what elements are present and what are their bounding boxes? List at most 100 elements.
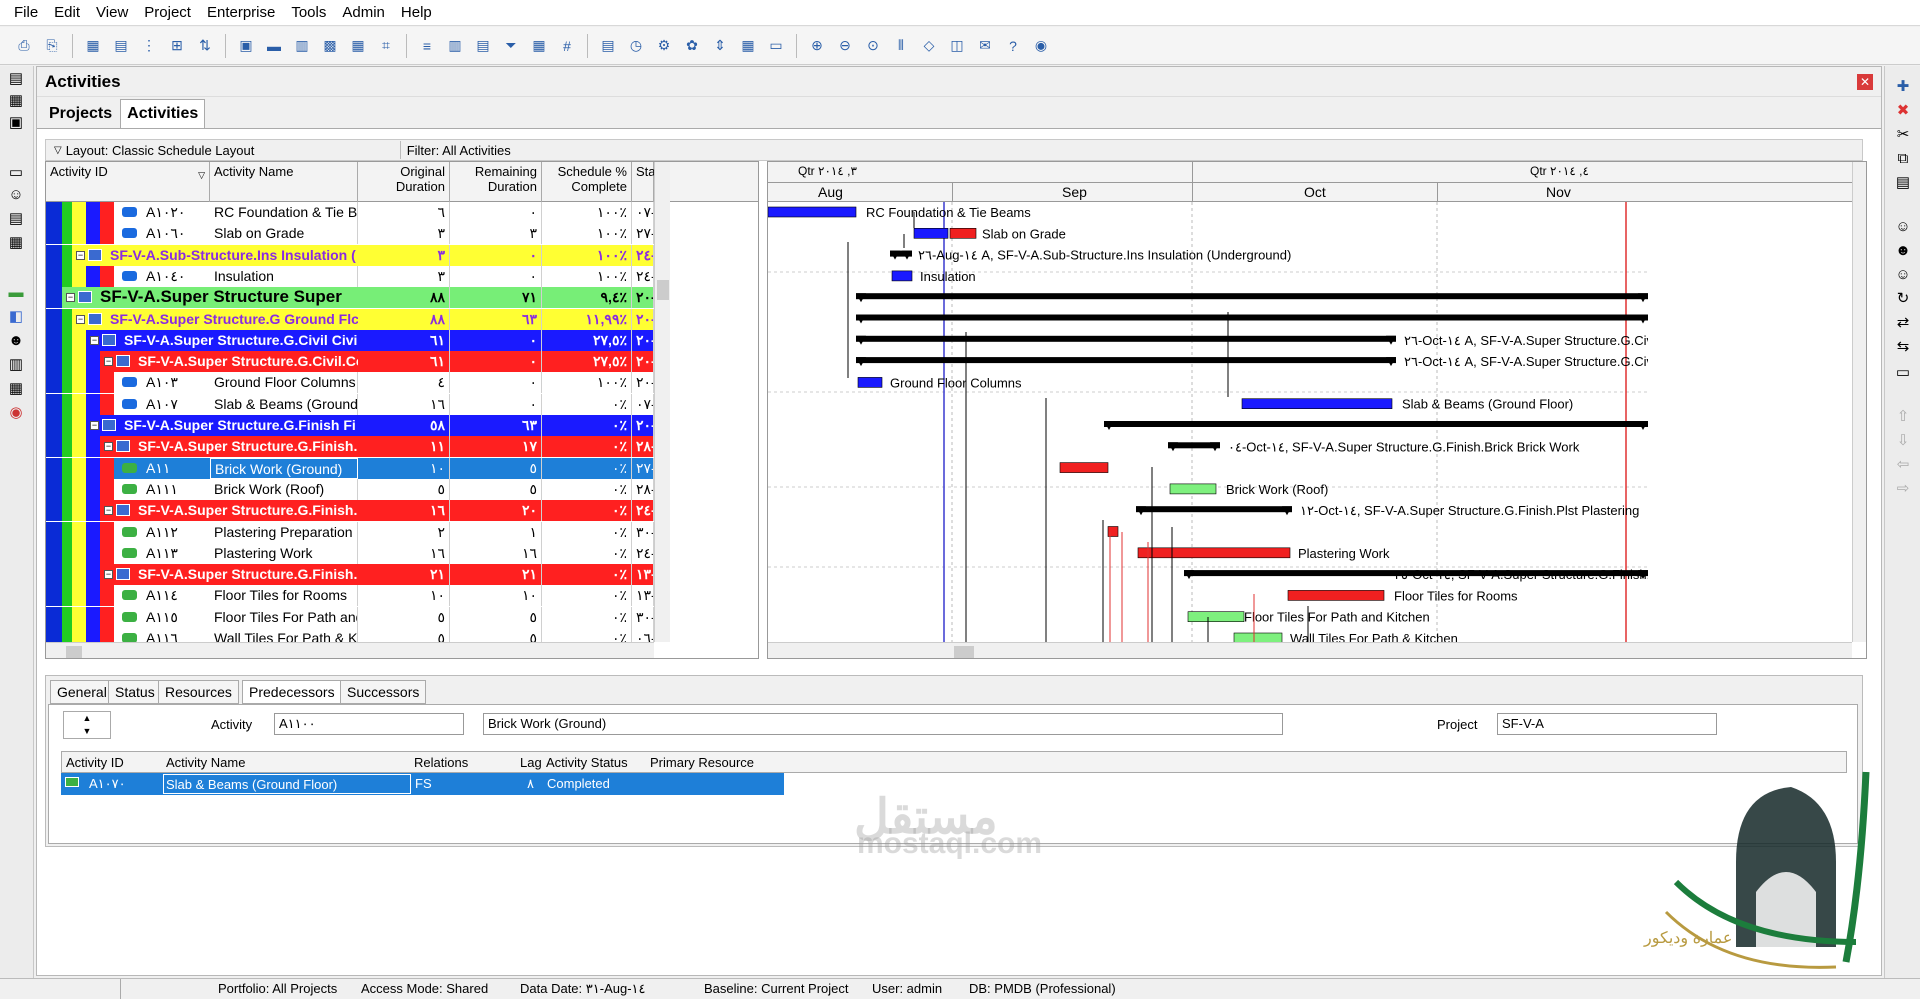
calendar-icon[interactable]: ▦ [6, 378, 26, 398]
gantt-chart[interactable]: Qtr ٣, ٢٠١٤ Qtr ٤, ٢٠١٤ Aug Sep Oct Nov … [767, 161, 1867, 659]
collapse-icon[interactable]: − [90, 335, 99, 345]
collapse-icon[interactable]: − [90, 421, 99, 430]
paste-icon[interactable]: ▤ [1893, 172, 1913, 192]
table-row[interactable]: A١١٦Wall Tiles For Path & Kitcher٥٥٠٪٠٦- [46, 628, 654, 642]
menu-tools[interactable]: Tools [291, 4, 326, 21]
table-row[interactable]: A١١٢ Plastering Preparation٢١٠٪٣٠- [46, 521, 654, 543]
project-field[interactable]: SF-V-A [1497, 713, 1717, 735]
gantt-icon[interactable]: ▬ [263, 35, 285, 57]
table-row[interactable]: A١١ Brick Work (Ground)١٠٥٠٪٢٧- [46, 457, 654, 479]
columns-toggle-icon[interactable]: ▥ [444, 35, 466, 57]
table-row[interactable]: A١٠٧ Slab & Beams (Ground Floor)١٦٠٠٪٠٧- [46, 393, 654, 415]
wbs-row[interactable]: − SF-V-A.Super Structure.G.Finish. ٢١ ٢١ ٠٪ ١… [46, 564, 654, 586]
table-row[interactable]: A١١٥Floor Tiles For Path and Kitch٥٥٠٪٣٠… [46, 606, 654, 628]
network-icon[interactable]: ⌗ [375, 35, 397, 57]
hscroll-thumb[interactable] [954, 646, 974, 658]
gantt-vscroll[interactable] [1852, 162, 1866, 642]
hscroll-thumb[interactable] [66, 646, 82, 658]
wbs-icon[interactable]: ▦ [6, 90, 26, 110]
col-start[interactable]: Sta [632, 162, 656, 202]
table-row[interactable]: A١٠٣ Ground Floor Columns٤٠١٠٠٪٢٠- [46, 372, 654, 394]
col-pred-id[interactable]: Activity ID [66, 755, 124, 770]
zoom-in-icon[interactable]: ⊕ [806, 35, 828, 57]
assign-steps-icon[interactable]: ☺ [1893, 264, 1913, 284]
assign-resource-icon[interactable]: ☺ [1893, 216, 1913, 236]
group-icon[interactable]: ⊞ [166, 35, 188, 57]
diamond-icon[interactable]: ◇ [918, 35, 940, 57]
table-row[interactable]: A١٠٦٠Slab on Grade٣٣١٠٠٪٢٧- [46, 223, 654, 245]
wbs-row[interactable]: − SF-V-A.Sub-Structure.Ins Insulation (٣ ٠… [46, 244, 654, 266]
collapse-icon[interactable]: − [76, 314, 85, 324]
close-icon[interactable]: ✕ [1857, 74, 1873, 90]
filter-tree-icon[interactable]: ⋮ [138, 35, 160, 57]
issues-icon[interactable]: ▥ [6, 354, 26, 374]
resources-icon[interactable]: ☻ [6, 330, 26, 350]
user-icon[interactable]: ☺ [6, 184, 26, 204]
wbs-row[interactable]: − SF-V-A.Super Structure.G.Finish Fi ٥٨ ٦٣ ٠… [46, 415, 654, 436]
menu-view[interactable]: View [96, 4, 128, 21]
spreadsheet-icon[interactable]: ▦ [347, 35, 369, 57]
col-lag[interactable]: Lag [520, 755, 542, 770]
view-icon[interactable]: ▭ [765, 35, 787, 57]
filter-icon[interactable]: ⏷ [500, 35, 522, 57]
wbs-row[interactable]: − SF-V-A.Super Structure Super ٨٨٧١٩,٤٪٢٠- [46, 287, 654, 309]
tab-activities[interactable]: Activities [120, 99, 206, 128]
wbs-row[interactable]: − SF-V-A.Super Structure.G Ground Flc ٨٨ ٦٣… [46, 308, 654, 330]
table-row[interactable]: A١١٣Plastering Work١٦١٦٠٪٢٤- [46, 542, 654, 564]
tracking-icon[interactable]: ▣ [6, 112, 26, 132]
move-down-icon[interactable]: ⇩ [1893, 430, 1913, 450]
web-icon[interactable]: ◉ [1030, 35, 1052, 57]
table-row[interactable]: A١١١Brick Work (Roof)٥٥٠٪٢٨- [46, 478, 654, 500]
collapse-icon[interactable]: − [104, 506, 113, 516]
columns-icon[interactable]: ▤ [110, 35, 132, 57]
activity-name-field[interactable]: Brick Work (Ground) [483, 713, 1283, 735]
folder-icon[interactable]: ▭ [6, 162, 26, 182]
wbs-row[interactable]: − SF-V-A.Super Structure.G.Civil.Cc ٦١ ٠ ٢٧,… [46, 351, 654, 373]
table-row[interactable]: A١٠٤٠ Insulation٣٠١٠٠٪٢٤- [46, 265, 654, 287]
print-preview-icon[interactable]: ⎘ [41, 35, 63, 57]
apply-actuals-icon[interactable]: ▦ [737, 35, 759, 57]
collapse-icon[interactable]: − [76, 250, 85, 260]
cut-icon[interactable]: ✂ [1893, 124, 1913, 144]
hash-icon[interactable]: # [556, 35, 578, 57]
layout-options-icon[interactable]: ▤ [597, 35, 619, 57]
col-activity-id[interactable]: Activity ID ▽ [46, 162, 210, 202]
risks-icon[interactable]: ◉ [6, 402, 26, 422]
wbs-row[interactable]: − SF-V-A.Super Structure.G.Finish. ١١ ١٧ ٠٪ ٢… [46, 436, 654, 458]
tab-status[interactable]: Status [108, 680, 162, 704]
table-hscroll[interactable] [46, 642, 654, 658]
tab-general[interactable]: General [50, 680, 114, 704]
schedule-icon[interactable]: ◷ [625, 35, 647, 57]
report-icon[interactable]: ▦ [6, 232, 26, 252]
help-icon[interactable]: ? [1002, 35, 1024, 57]
assign-pred-icon[interactable]: ⇄ [1893, 312, 1913, 332]
panes-icon[interactable]: ◫ [946, 35, 968, 57]
table-row[interactable]: A١٠٧٠ Slab & Beams (Ground Floor) FS ٨ C… [61, 773, 784, 795]
table-icon[interactable]: ▣ [235, 35, 257, 57]
collapse-icon[interactable]: − [104, 357, 113, 367]
copy-icon[interactable]: ⧉ [1893, 148, 1913, 168]
tab-projects[interactable]: Projects [43, 100, 118, 128]
wbs-row[interactable]: − SF-V-A.Super Structure.G.Finish. ١٦ ٢٠ ٠٪ ٢… [46, 500, 654, 522]
zoom-fit-icon[interactable]: ⊙ [862, 35, 884, 57]
comment-icon[interactable]: ✉ [974, 35, 996, 57]
collapse-icon[interactable]: − [104, 442, 113, 452]
table-row[interactable]: A١١٤Floor Tiles for Rooms١٠١٠٠٪١٣- [46, 585, 654, 607]
timescale-icon[interactable]: ▦ [528, 35, 550, 57]
store-period-icon[interactable]: ✿ [681, 35, 703, 57]
bar-chart-icon[interactable]: ▥ [291, 35, 313, 57]
collapse-icon[interactable]: − [104, 570, 113, 580]
progress-icon[interactable]: ⇕ [709, 35, 731, 57]
assign-succ-icon[interactable]: ⇆ [1893, 336, 1913, 356]
assign-roles-icon[interactable]: ☻ [1893, 240, 1913, 260]
bars-icon[interactable]: ≡ [416, 35, 438, 57]
col-original-duration[interactable]: Original Duration [358, 162, 450, 202]
assignments-icon[interactable]: ◧ [6, 306, 26, 326]
layout-icon[interactable]: ▦ [82, 35, 104, 57]
tab-successors[interactable]: Successors [340, 680, 427, 704]
col-remaining-duration[interactable]: Remaining Duration [450, 162, 542, 202]
menu-project[interactable]: Project [144, 4, 191, 21]
col-relations[interactable]: Relations [414, 755, 468, 770]
table-vscroll[interactable] [654, 162, 670, 642]
print-icon[interactable]: ⎙ [13, 35, 35, 57]
